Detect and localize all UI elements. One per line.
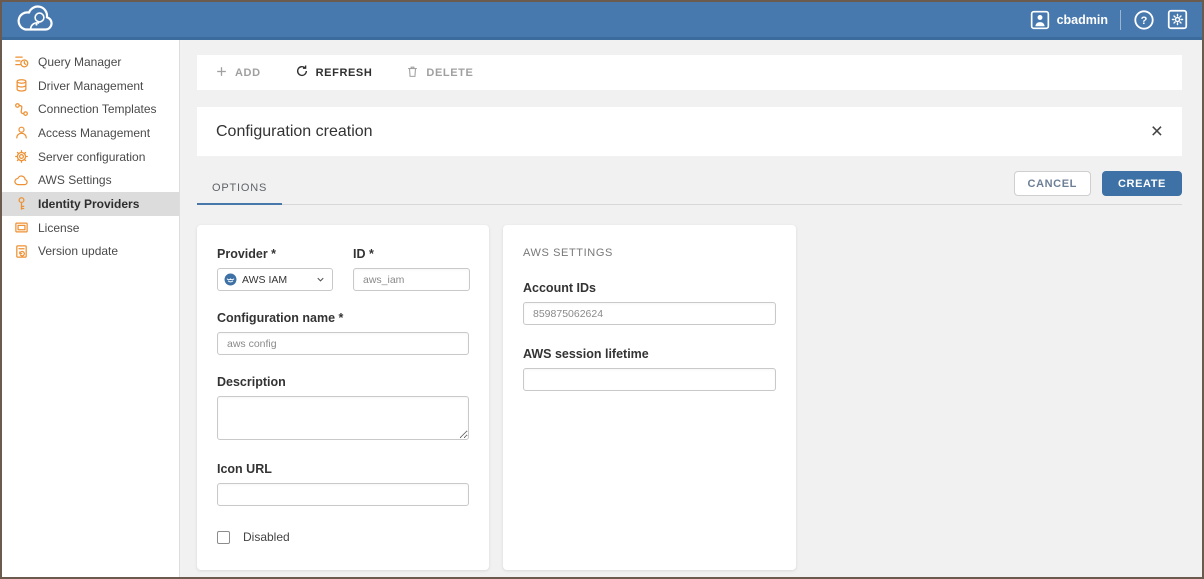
disabled-checkbox-label: Disabled <box>243 530 290 544</box>
sidebar-item-label: Access Management <box>38 126 150 140</box>
app-window: cbadmin ? <box>0 0 1204 579</box>
refresh-button-label: REFRESH <box>316 67 373 79</box>
sidebar-item-label: Query Manager <box>38 55 121 69</box>
create-button[interactable]: CREATE <box>1102 171 1182 196</box>
aws-session-lifetime-label: AWS session lifetime <box>523 347 776 361</box>
sidebar-item-label: Identity Providers <box>38 197 139 211</box>
key-icon <box>14 196 29 211</box>
sidebar-item-access-management[interactable]: Access Management <box>2 121 179 145</box>
sidebar-item-label: License <box>38 221 79 235</box>
panel-title: Configuration creation <box>216 123 373 141</box>
add-button-label: ADD <box>235 67 261 79</box>
add-button[interactable]: ADD <box>215 65 261 81</box>
provider-label: Provider * <box>217 247 333 261</box>
aws-settings-card: AWS SETTINGS Account IDs AWS session lif… <box>503 225 796 570</box>
configuration-name-input[interactable] <box>217 332 469 355</box>
tab-row: OPTIONS CANCEL CREATE <box>197 172 1182 205</box>
user-icon <box>14 125 29 140</box>
description-label: Description <box>217 375 469 389</box>
aws-iam-provider-icon <box>224 273 237 286</box>
cloudbeaver-logo-icon <box>16 5 58 35</box>
sidebar-item-label: Connection Templates <box>38 102 157 116</box>
user-menu[interactable]: cbadmin <box>1030 10 1108 30</box>
icon-url-label: Icon URL <box>217 462 469 476</box>
sidebar-item-label: Driver Management <box>38 79 143 93</box>
disabled-checkbox-row[interactable]: Disabled <box>217 530 469 544</box>
sidebar-item-driver-management[interactable]: Driver Management <box>2 74 179 98</box>
icon-url-input[interactable] <box>217 483 469 506</box>
tab-actions: CANCEL CREATE <box>1014 171 1182 204</box>
delete-button[interactable]: DELETE <box>406 65 473 81</box>
sidebar-item-label: Version update <box>38 244 118 258</box>
account-ids-input[interactable] <box>523 302 776 325</box>
account-ids-label: Account IDs <box>523 281 776 295</box>
description-textarea[interactable] <box>217 396 469 440</box>
refresh-icon <box>295 64 309 81</box>
plus-icon <box>215 65 228 81</box>
connection-icon <box>14 102 29 117</box>
settings-icon[interactable] <box>1167 9 1188 30</box>
version-update-icon <box>14 244 29 259</box>
aws-session-lifetime-input[interactable] <box>523 368 776 391</box>
username: cbadmin <box>1057 13 1108 27</box>
sidebar-item-aws-settings[interactable]: AWS Settings <box>2 168 179 192</box>
sidebar-item-label: Server configuration <box>38 150 145 164</box>
configuration-creation-panel-header: Configuration creation × <box>197 107 1182 156</box>
configuration-name-label: Configuration name * <box>217 311 469 325</box>
chevron-down-icon <box>315 274 326 285</box>
sidebar-item-connection-templates[interactable]: Connection Templates <box>2 97 179 121</box>
refresh-button[interactable]: REFRESH <box>295 64 373 81</box>
delete-button-label: DELETE <box>426 67 473 79</box>
trash-icon <box>406 65 419 81</box>
cloud-icon <box>14 173 29 188</box>
provider-selected-value: AWS IAM <box>242 274 287 286</box>
disabled-checkbox[interactable] <box>217 531 230 544</box>
sidebar-nav: Query Manager Driver Management Connection… <box>2 40 180 577</box>
help-icon[interactable]: ? <box>1133 9 1155 31</box>
svg-text:?: ? <box>1141 15 1148 27</box>
sidebar-item-query-manager[interactable]: Query Manager <box>2 50 179 74</box>
form-cards: Provider * AWS IAM <box>197 225 1182 570</box>
main-content: ADD REFRESH <box>180 40 1202 577</box>
topbar-actions: cbadmin ? <box>1030 9 1188 31</box>
id-input[interactable] <box>353 268 470 291</box>
toolbar: ADD REFRESH <box>197 55 1182 90</box>
database-icon <box>14 78 29 93</box>
provider-options-card: Provider * AWS IAM <box>197 225 489 570</box>
tab-options[interactable]: OPTIONS <box>197 182 282 205</box>
cancel-button[interactable]: CANCEL <box>1014 171 1091 196</box>
license-icon <box>14 220 29 235</box>
close-icon[interactable]: × <box>1151 121 1163 142</box>
top-bar: cbadmin ? <box>2 2 1202 40</box>
sidebar-item-identity-providers[interactable]: Identity Providers <box>2 192 179 216</box>
aws-settings-section-title: AWS SETTINGS <box>523 247 776 259</box>
provider-select[interactable]: AWS IAM <box>217 268 333 291</box>
query-manager-icon <box>14 54 29 69</box>
sidebar-item-server-configuration[interactable]: Server configuration <box>2 145 179 169</box>
id-label: ID * <box>353 247 470 261</box>
topbar-divider <box>1120 10 1121 30</box>
gear-icon <box>14 149 29 164</box>
sidebar-item-version-update[interactable]: Version update <box>2 240 179 264</box>
sidebar-item-label: AWS Settings <box>38 173 112 187</box>
sidebar-item-license[interactable]: License <box>2 216 179 240</box>
user-avatar-icon <box>1030 10 1050 30</box>
